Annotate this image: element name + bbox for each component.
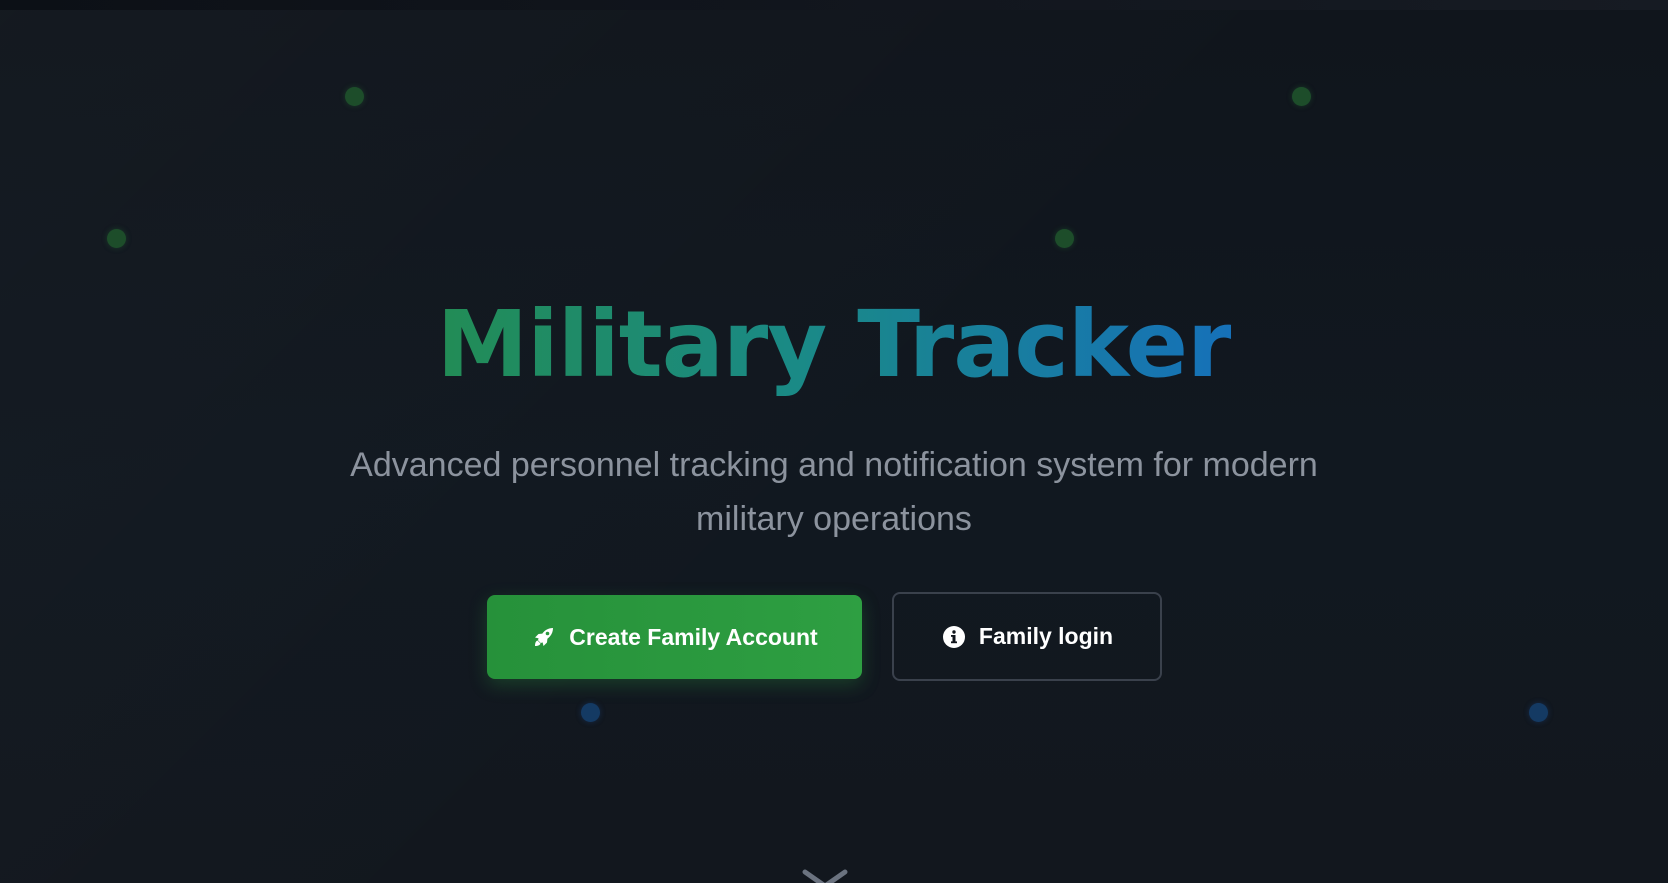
landing-page: Military Tracker Advanced personnel trac… — [0, 0, 1668, 883]
top-edge-bar — [0, 0, 1668, 10]
decorative-dot — [581, 703, 600, 722]
decorative-dot — [107, 229, 126, 248]
create-family-account-label: Create Family Account — [569, 623, 818, 650]
hero-title-text: Military Tracker — [436, 291, 1233, 398]
decorative-dot — [1529, 703, 1548, 722]
chevron-down-icon[interactable] — [801, 868, 849, 883]
decorative-dot — [345, 87, 364, 106]
create-family-account-button[interactable]: Create Family Account — [487, 595, 862, 679]
family-login-label: Family login — [978, 623, 1114, 649]
family-login-button[interactable]: Family login — [892, 592, 1162, 681]
hero-subtitle: Advanced personnel tracking and notifica… — [350, 446, 1318, 538]
info-circle-icon — [941, 624, 967, 650]
hero-title: Military Tracker — [0, 286, 1668, 404]
decorative-dot — [1055, 229, 1074, 248]
decorative-dot — [1292, 87, 1311, 106]
rocket-icon — [531, 624, 557, 650]
